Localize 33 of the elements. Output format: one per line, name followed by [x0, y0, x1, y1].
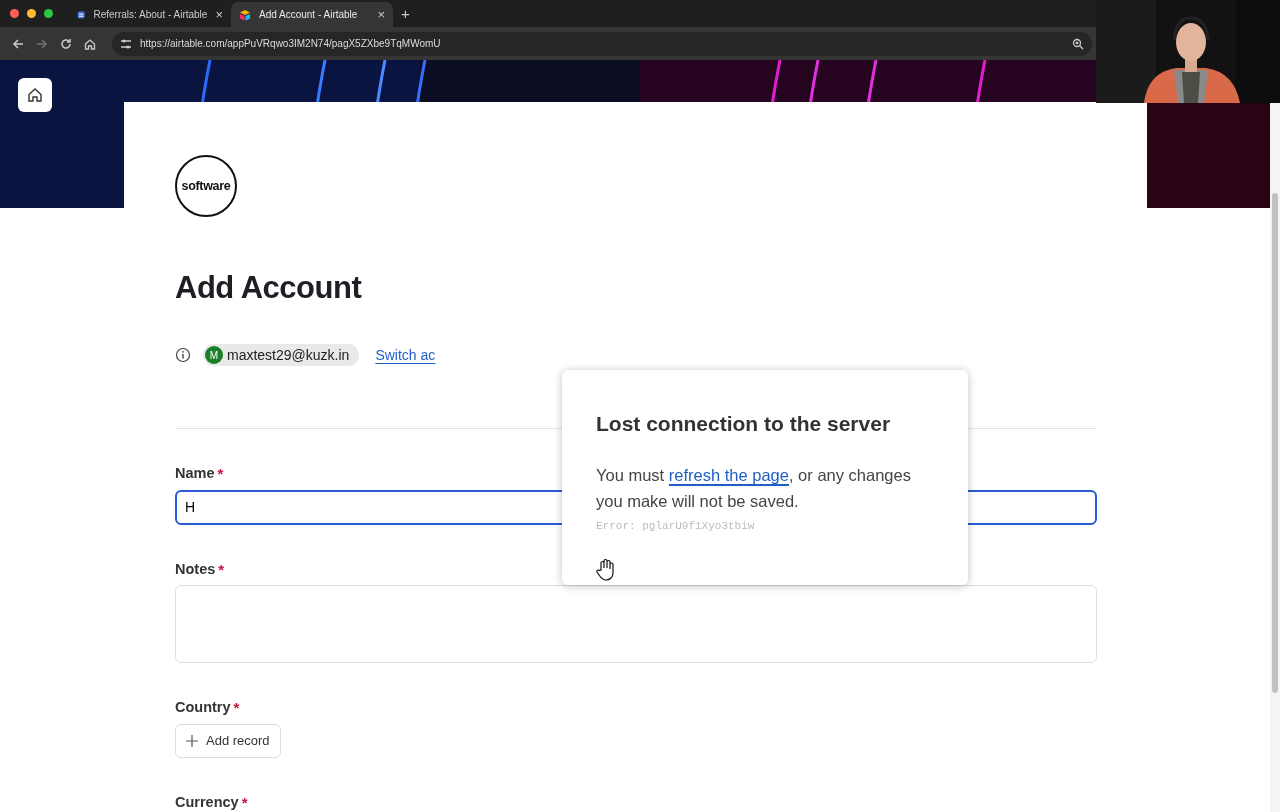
plus-icon — [186, 734, 198, 747]
switch-account-link[interactable]: Switch ac — [375, 344, 436, 366]
required-mark: * — [241, 793, 248, 811]
required-mark: * — [218, 560, 225, 578]
new-tab-button[interactable]: + — [401, 6, 410, 21]
refresh-link[interactable]: refresh the page — [668, 465, 789, 486]
form-title: Add Account — [175, 269, 363, 307]
field-label: Country — [175, 699, 231, 716]
settings-icon[interactable] — [120, 37, 132, 50]
calendar-icon — [77, 8, 86, 21]
required-mark: * — [233, 699, 240, 717]
zoom-icon[interactable] — [1072, 37, 1084, 50]
info-icon[interactable] — [175, 347, 191, 364]
home-button[interactable] — [18, 78, 52, 112]
error-code: Error: pglarU9f1Xyo3tbiw — [596, 518, 756, 534]
browser-tab[interactable]: Referrals: About - Airtable × — [69, 2, 231, 27]
dialog-title: Lost connection to the server — [596, 411, 892, 437]
cube-icon — [239, 8, 251, 21]
browser-tab[interactable]: Add Account - Airtable × — [231, 2, 393, 27]
home-icon — [27, 87, 43, 103]
user-email: maxtest29@kuzk.in — [227, 345, 350, 365]
add-record-button[interactable]: Add record — [175, 723, 281, 758]
logo: software — [175, 155, 237, 217]
field-label: Notes — [175, 560, 216, 577]
scrollbar[interactable] — [1270, 103, 1280, 812]
user-avatar: M — [205, 346, 223, 365]
dialog-message: You must refresh the page, or any changes you make will not be saved. — [596, 464, 912, 512]
tab-close-button[interactable]: × — [215, 8, 223, 21]
tab-close-button[interactable]: × — [377, 8, 385, 21]
notes-field[interactable] — [175, 585, 1097, 664]
field-label: Currency — [175, 793, 239, 810]
required-mark: * — [217, 465, 224, 483]
field-label: Name — [175, 465, 215, 482]
